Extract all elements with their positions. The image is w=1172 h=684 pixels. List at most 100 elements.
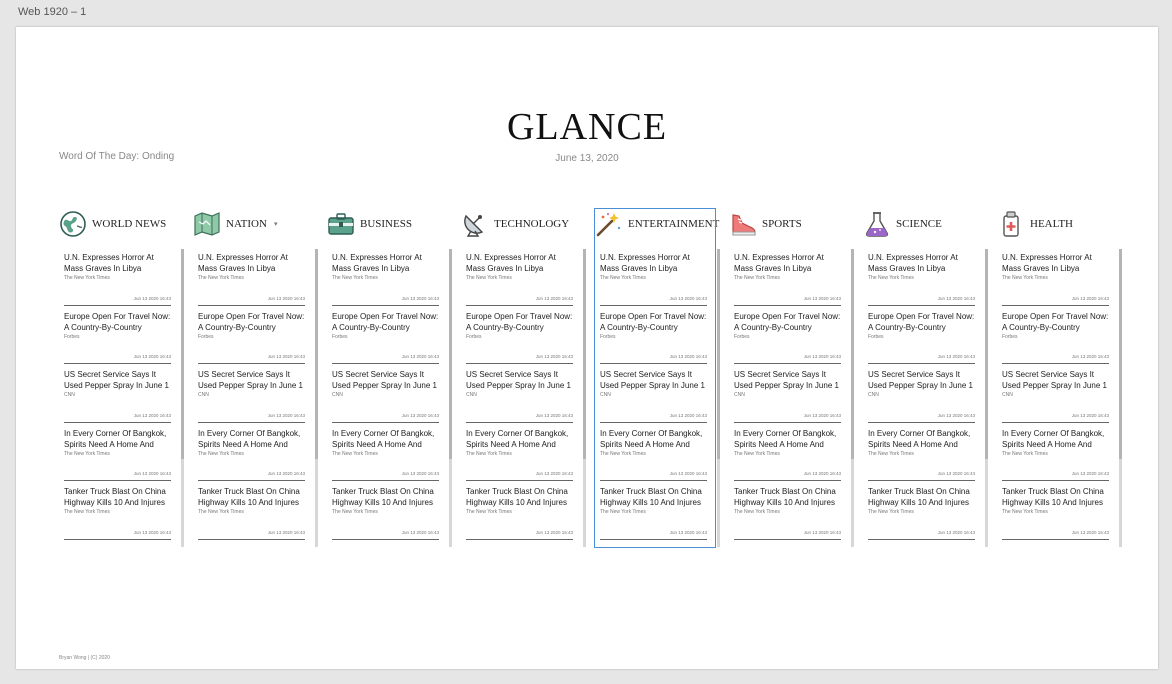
article-card[interactable]: US Secret Service Says It Used Pepper Sp… bbox=[332, 366, 439, 425]
article-card[interactable]: U.N. Expresses Horror At Mass Graves In … bbox=[198, 249, 305, 308]
article-card[interactable]: U.N. Expresses Horror At Mass Graves In … bbox=[600, 249, 707, 308]
scrollbar-thumb[interactable] bbox=[583, 249, 586, 459]
article-headline[interactable]: US Secret Service Says It Used Pepper Sp… bbox=[868, 366, 975, 391]
article-headline[interactable]: In Every Corner Of Bangkok, Spirits Need… bbox=[868, 425, 975, 450]
article-card[interactable]: US Secret Service Says It Used Pepper Sp… bbox=[600, 366, 707, 425]
scrollbar-thumb[interactable] bbox=[449, 249, 452, 459]
article-headline[interactable]: Tanker Truck Blast On China Highway Kill… bbox=[466, 483, 573, 508]
list-scrollbar[interactable] bbox=[315, 249, 318, 547]
article-headline[interactable]: Tanker Truck Blast On China Highway Kill… bbox=[64, 483, 171, 508]
article-card[interactable]: Europe Open For Travel Now: A Country-By… bbox=[868, 308, 975, 367]
article-headline[interactable]: US Secret Service Says It Used Pepper Sp… bbox=[600, 366, 707, 391]
article-headline[interactable]: Tanker Truck Blast On China Highway Kill… bbox=[332, 483, 439, 508]
article-headline[interactable]: U.N. Expresses Horror At Mass Graves In … bbox=[466, 249, 573, 274]
article-headline[interactable]: US Secret Service Says It Used Pepper Sp… bbox=[1002, 366, 1109, 391]
article-headline[interactable]: Europe Open For Travel Now: A Country-By… bbox=[734, 308, 841, 333]
article-card[interactable]: Europe Open For Travel Now: A Country-By… bbox=[64, 308, 171, 367]
article-card[interactable]: US Secret Service Says It Used Pepper Sp… bbox=[64, 366, 171, 425]
article-list[interactable]: U.N. Expresses Horror At Mass Graves In … bbox=[327, 249, 452, 547]
article-headline[interactable]: In Every Corner Of Bangkok, Spirits Need… bbox=[198, 425, 305, 450]
article-headline[interactable]: US Secret Service Says It Used Pepper Sp… bbox=[734, 366, 841, 391]
article-headline[interactable]: Europe Open For Travel Now: A Country-By… bbox=[64, 308, 171, 333]
list-scrollbar[interactable] bbox=[1119, 249, 1122, 547]
article-headline[interactable]: US Secret Service Says It Used Pepper Sp… bbox=[466, 366, 573, 391]
article-headline[interactable]: Europe Open For Travel Now: A Country-By… bbox=[198, 308, 305, 333]
article-card[interactable]: Tanker Truck Blast On China Highway Kill… bbox=[198, 483, 305, 542]
article-card[interactable]: In Every Corner Of Bangkok, Spirits Need… bbox=[64, 425, 171, 484]
list-scrollbar[interactable] bbox=[583, 249, 586, 547]
article-card[interactable]: US Secret Service Says It Used Pepper Sp… bbox=[868, 366, 975, 425]
article-headline[interactable]: Europe Open For Travel Now: A Country-By… bbox=[466, 308, 573, 333]
article-card[interactable]: Europe Open For Travel Now: A Country-By… bbox=[466, 308, 573, 367]
article-headline[interactable]: U.N. Expresses Horror At Mass Graves In … bbox=[64, 249, 171, 274]
article-card[interactable]: In Every Corner Of Bangkok, Spirits Need… bbox=[868, 425, 975, 484]
article-headline[interactable]: In Every Corner Of Bangkok, Spirits Need… bbox=[600, 425, 707, 450]
article-card[interactable]: In Every Corner Of Bangkok, Spirits Need… bbox=[198, 425, 305, 484]
article-card[interactable]: U.N. Expresses Horror At Mass Graves In … bbox=[64, 249, 171, 308]
article-list[interactable]: U.N. Expresses Horror At Mass Graves In … bbox=[729, 249, 854, 547]
article-card[interactable]: U.N. Expresses Horror At Mass Graves In … bbox=[734, 249, 841, 308]
article-list[interactable]: U.N. Expresses Horror At Mass Graves In … bbox=[193, 249, 318, 547]
article-card[interactable]: U.N. Expresses Horror At Mass Graves In … bbox=[466, 249, 573, 308]
article-headline[interactable]: Tanker Truck Blast On China Highway Kill… bbox=[868, 483, 975, 508]
article-card[interactable]: Europe Open For Travel Now: A Country-By… bbox=[734, 308, 841, 367]
scrollbar-thumb[interactable] bbox=[315, 249, 318, 459]
article-headline[interactable]: U.N. Expresses Horror At Mass Graves In … bbox=[868, 249, 975, 274]
article-card[interactable]: Tanker Truck Blast On China Highway Kill… bbox=[600, 483, 707, 542]
article-card[interactable]: Tanker Truck Blast On China Highway Kill… bbox=[734, 483, 841, 542]
article-card[interactable]: U.N. Expresses Horror At Mass Graves In … bbox=[868, 249, 975, 308]
category-tab[interactable]: ENTERTAINMENT bbox=[595, 209, 719, 239]
article-headline[interactable]: In Every Corner Of Bangkok, Spirits Need… bbox=[64, 425, 171, 450]
article-card[interactable]: Europe Open For Travel Now: A Country-By… bbox=[332, 308, 439, 367]
article-card[interactable]: In Every Corner Of Bangkok, Spirits Need… bbox=[1002, 425, 1109, 484]
category-column-technology[interactable]: TECHNOLOGY U.N. Expresses Horror At Mass … bbox=[461, 209, 586, 547]
scrollbar-thumb[interactable] bbox=[717, 249, 720, 459]
category-tab[interactable]: NATION ▾ bbox=[193, 209, 313, 239]
article-headline[interactable]: U.N. Expresses Horror At Mass Graves In … bbox=[734, 249, 841, 274]
list-scrollbar[interactable] bbox=[851, 249, 854, 547]
scrollbar-thumb[interactable] bbox=[851, 249, 854, 459]
category-column-science[interactable]: SCIENCE U.N. Expresses Horror At Mass Gra… bbox=[863, 209, 988, 547]
article-headline[interactable]: US Secret Service Says It Used Pepper Sp… bbox=[64, 366, 171, 391]
article-list[interactable]: U.N. Expresses Horror At Mass Graves In … bbox=[461, 249, 586, 547]
article-card[interactable]: US Secret Service Says It Used Pepper Sp… bbox=[1002, 366, 1109, 425]
article-card[interactable]: Tanker Truck Blast On China Highway Kill… bbox=[64, 483, 171, 542]
article-headline[interactable]: Europe Open For Travel Now: A Country-By… bbox=[1002, 308, 1109, 333]
article-list[interactable]: U.N. Expresses Horror At Mass Graves In … bbox=[595, 249, 720, 547]
article-headline[interactable]: Europe Open For Travel Now: A Country-By… bbox=[868, 308, 975, 333]
category-tab[interactable]: SCIENCE bbox=[863, 209, 983, 239]
article-headline[interactable]: Tanker Truck Blast On China Highway Kill… bbox=[198, 483, 305, 508]
article-headline[interactable]: Tanker Truck Blast On China Highway Kill… bbox=[1002, 483, 1109, 508]
category-column-business[interactable]: BUSINESS U.N. Expresses Horror At Mass Gr… bbox=[327, 209, 452, 547]
list-scrollbar[interactable] bbox=[717, 249, 720, 547]
article-card[interactable]: Europe Open For Travel Now: A Country-By… bbox=[600, 308, 707, 367]
category-column-entertainment[interactable]: ENTERTAINMENT U.N. Expresses Horror At Ma… bbox=[594, 208, 720, 548]
article-list[interactable]: U.N. Expresses Horror At Mass Graves In … bbox=[863, 249, 988, 547]
article-headline[interactable]: Europe Open For Travel Now: A Country-By… bbox=[332, 308, 439, 333]
article-card[interactable]: In Every Corner Of Bangkok, Spirits Need… bbox=[734, 425, 841, 484]
article-card[interactable]: US Secret Service Says It Used Pepper Sp… bbox=[466, 366, 573, 425]
category-tab[interactable]: BUSINESS bbox=[327, 209, 447, 239]
scrollbar-thumb[interactable] bbox=[985, 249, 988, 459]
article-card[interactable]: In Every Corner Of Bangkok, Spirits Need… bbox=[332, 425, 439, 484]
article-card[interactable]: In Every Corner Of Bangkok, Spirits Need… bbox=[466, 425, 573, 484]
scrollbar-thumb[interactable] bbox=[181, 249, 184, 459]
scrollbar-thumb[interactable] bbox=[1119, 249, 1122, 459]
list-scrollbar[interactable] bbox=[985, 249, 988, 547]
category-column-world-news[interactable]: WORLD NEWS U.N. Expresses Horror At Mass … bbox=[59, 209, 184, 547]
category-tab[interactable]: TECHNOLOGY bbox=[461, 209, 581, 239]
article-card[interactable]: Tanker Truck Blast On China Highway Kill… bbox=[868, 483, 975, 542]
category-column-nation[interactable]: NATION ▾ U.N. Expresses Horror At Mass Gra… bbox=[193, 209, 318, 547]
article-headline[interactable]: Tanker Truck Blast On China Highway Kill… bbox=[734, 483, 841, 508]
category-column-health[interactable]: HEALTH U.N. Expresses Horror At Mass Grav… bbox=[997, 209, 1122, 547]
article-headline[interactable]: U.N. Expresses Horror At Mass Graves In … bbox=[332, 249, 439, 274]
article-card[interactable]: Europe Open For Travel Now: A Country-By… bbox=[198, 308, 305, 367]
category-tab[interactable]: HEALTH bbox=[997, 209, 1117, 239]
category-tab[interactable]: SPORTS bbox=[729, 209, 849, 239]
article-card[interactable]: US Secret Service Says It Used Pepper Sp… bbox=[198, 366, 305, 425]
article-headline[interactable]: U.N. Expresses Horror At Mass Graves In … bbox=[1002, 249, 1109, 274]
article-headline[interactable]: Europe Open For Travel Now: A Country-By… bbox=[600, 308, 707, 333]
article-card[interactable]: US Secret Service Says It Used Pepper Sp… bbox=[734, 366, 841, 425]
article-headline[interactable]: In Every Corner Of Bangkok, Spirits Need… bbox=[466, 425, 573, 450]
article-list[interactable]: U.N. Expresses Horror At Mass Graves In … bbox=[59, 249, 184, 547]
